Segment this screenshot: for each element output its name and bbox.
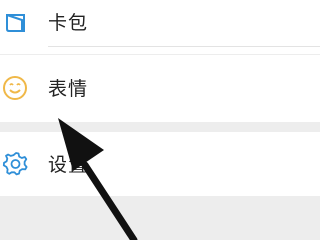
menu-item-label: 设置 xyxy=(48,154,89,176)
card-wallet-icon xyxy=(2,9,30,37)
menu-item-label: 表情 xyxy=(48,78,89,100)
gear-icon xyxy=(2,150,30,178)
menu-item-stickers[interactable]: 表情 xyxy=(0,55,320,122)
divider xyxy=(48,46,320,47)
section-gap xyxy=(0,122,320,132)
menu-item-label: 卡包 xyxy=(48,12,89,34)
menu-item-card-wallet[interactable]: 卡包 xyxy=(0,0,320,54)
smiley-icon xyxy=(2,74,30,102)
menu-item-settings[interactable]: 设置 xyxy=(0,132,320,196)
